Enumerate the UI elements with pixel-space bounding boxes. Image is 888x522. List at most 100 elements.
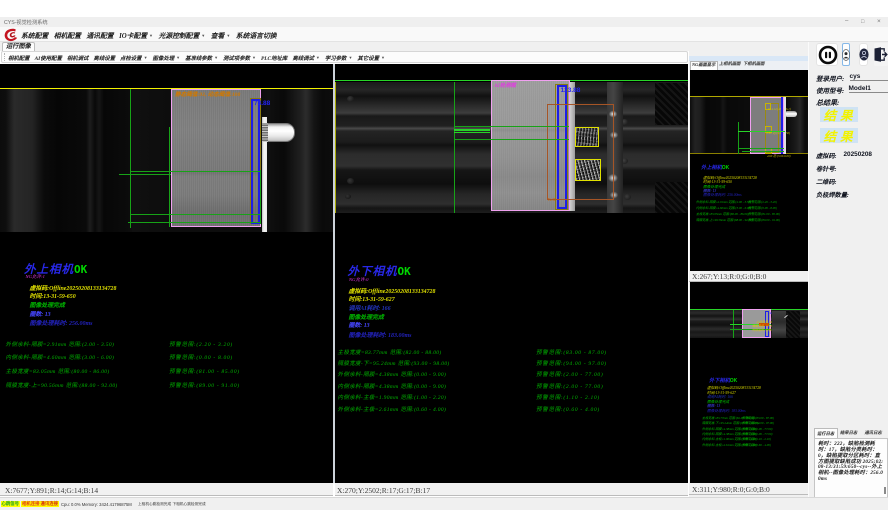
camera-image-upper: [0, 88, 333, 232]
dropdown-arrow-icon: ▼: [176, 55, 180, 60]
mini-right-block: [772, 311, 786, 338]
preview-status-upper: X:267;Y:13;R:0;G:0;B:0: [689, 271, 808, 283]
measurement-row: 内侧余料-隔膜=4.38mm 范围:(0.00 - 9.00): [338, 382, 447, 390]
mini-meas: 预警范围:(0.00 - 8.00): [748, 205, 777, 210]
toolbar-item-10[interactable]: 学习参数▼: [325, 54, 353, 62]
preview-tab-lower[interactable]: 下相机画面: [741, 61, 766, 71]
exit-button[interactable]: [874, 43, 888, 66]
menu-main-item-6[interactable]: 系统语言切换: [236, 30, 277, 40]
toolbar-item-6[interactable]: 基准线参数▼: [185, 54, 218, 62]
window-title: CYS-视觉检测系统: [4, 19, 48, 26]
switch-user-button[interactable]: [859, 43, 869, 66]
minimize-button[interactable]: –: [845, 18, 848, 24]
preview-tab-upper[interactable]: 上相机画面: [717, 61, 742, 71]
product-roi-box: [171, 89, 262, 227]
user-outline-icon: [842, 49, 850, 61]
bolt-circle: [624, 194, 631, 200]
toolbar-item-4[interactable]: 点检设置▼: [120, 54, 148, 62]
camera-result-text: OK: [74, 263, 87, 276]
log-tab-result[interactable]: 结果日志: [838, 428, 860, 438]
tab-run-image-label: 运行图像: [6, 43, 31, 50]
menu-main-item-4[interactable]: 光源控制配置▼: [158, 30, 205, 40]
mini-meas: 内侧余料-隔膜=4.60mm 范围:(3.00 - 6.00): [696, 205, 751, 210]
log-tab-run[interactable]: 运行日志: [814, 428, 838, 438]
menu-main-item-1[interactable]: 相机配置: [54, 30, 81, 40]
result-box-1: 结果: [820, 107, 858, 122]
measure-box-blue: [251, 99, 260, 224]
left-edge-yellow-vline: [335, 82, 336, 213]
green-hline-3: [130, 214, 261, 215]
mini-line: 图像处理耗时: 183.00ms: [707, 409, 746, 414]
menu-main-item-0[interactable]: 系统配置: [21, 30, 48, 40]
menu-main-item-5[interactable]: 查看▼: [211, 30, 231, 40]
mini-green-h2: [738, 148, 785, 149]
pause-icon: [818, 45, 838, 65]
measurement-warn: 预警范围:(89.00 - 91.00): [169, 381, 240, 389]
measurement-row: 内侧余料-主极=1.90mm 范围:(1.00 - 2.20): [338, 393, 447, 401]
camera-panel-upper[interactable]: 静态阈值:93, 动态阈值:100 73.88 NG允许:1 外上相机OK 虚拟…: [0, 64, 333, 484]
maximize-button[interactable]: □: [861, 19, 864, 25]
mini-title: 外下相机OK: [709, 378, 737, 384]
log-scrollbar-thumb[interactable]: [884, 487, 886, 494]
toolbar-item-5[interactable]: 图像处理▼: [153, 54, 181, 62]
mini-meas: 预警范围:(2.00 - 77.00): [742, 426, 772, 431]
mini-hatch: [786, 311, 800, 338]
cpu-memory-readout: Cpu: 0.0% Memory: 3424.41796875M: [61, 502, 132, 507]
preview-panel-upper[interactable]: W:4.14 (43.1-46.1) 2.91 范:(2.00-3.50) 4.…: [690, 70, 808, 271]
overlay-elapsed-line: 图像处理耗时: 256.00ms: [30, 318, 93, 327]
toolbar-menu-items: 相机配置 AI使用配置相机调试离线设置点检设置▼ 图像处理▼ 基准线参数▼ 测试项参数▼…: [8, 54, 385, 62]
menu-bar-main: 系统配置相机配置通讯配置 IO卡配置▼ 光源控制配置▼ 查看▼ 系统语言切换: [0, 27, 888, 42]
measurement-row: 外侧余料-隔膜=2.91mm 范围:(2.00 - 3.50): [6, 340, 115, 348]
pause-button[interactable]: [816, 43, 838, 67]
toolbar-item-2[interactable]: 相机调试: [67, 54, 89, 62]
overlay-camera-title: 外上相机OK: [24, 263, 87, 277]
dropdown-arrow-icon: ▼: [348, 55, 352, 60]
toolbar-item-8[interactable]: PLC地址库: [261, 54, 287, 62]
dropdown-arrow-icon: ▼: [381, 55, 385, 60]
camera-panel-lower[interactable]: AI检测框 123.88 TL:0 NG允许:0 外下相机OK 虚拟码:Offl…: [335, 64, 688, 484]
toolbar-item-3[interactable]: 离线设置: [93, 54, 115, 62]
toolbar-item-7[interactable]: 测试项参数▼: [223, 54, 256, 62]
blue-box-value: 123.88: [561, 87, 581, 94]
camera-result-text: OK: [398, 265, 411, 278]
toolbar-item-9[interactable]: 离线调试▼: [292, 54, 320, 62]
preview-panel-lower[interactable]: 123.88 主极宽度=83.77 范围:(82-88) 隔膜宽度-下=95.2…: [690, 282, 808, 483]
green-vline-1: [130, 89, 131, 228]
menu-main-item-3[interactable]: IO卡配置▼: [119, 30, 153, 40]
toolbar-grip[interactable]: [4, 53, 6, 61]
measurement-row: 外侧余料-隔膜=4.38mm 范围:(0.00 - 9.00): [338, 370, 447, 378]
mini-green-h1: [738, 131, 786, 132]
mini-line: 图像处理耗时: 256.00ms: [703, 193, 742, 198]
preview-tab-label: 上相机画面: [719, 61, 740, 66]
login-user-button[interactable]: [842, 43, 851, 66]
mini-meas: 预警范围:(2.00 - 77.00): [742, 431, 772, 436]
mini-green-vline: [738, 122, 739, 154]
weld-box-1: [575, 127, 599, 147]
brown-roi-box: [547, 104, 614, 200]
mini-meas: 主极宽度=83.05mm 范围:(80.00 - 86.00): [696, 211, 748, 216]
preview-tab-ng[interactable]: NG画面显示: [690, 61, 718, 71]
toolbar-item-11[interactable]: 其它设置▼: [357, 54, 385, 62]
menu-bar-main-items: 系统配置相机配置通讯配置 IO卡配置▼ 光源控制配置▼ 查看▼ 系统语言切换: [21, 30, 277, 40]
measurement-row: 主极宽度=83.77mm 范围:(82.00 - 88.00): [338, 348, 442, 356]
ai-roi-label: AI检测框: [494, 81, 516, 89]
exit-door-icon: [873, 47, 888, 62]
log-tab-comm[interactable]: 通讯日志: [862, 428, 884, 438]
measurement-warn: 预警范围:(0.00 - 8.00): [169, 353, 233, 361]
measurement-warn: 预警范围:(2.00 - 77.00): [536, 382, 603, 390]
pin-number-label: 卷针号:: [816, 164, 837, 173]
close-button[interactable]: ×: [877, 18, 881, 25]
green-hline-a: [454, 126, 570, 127]
login-user-value: cys: [850, 73, 888, 81]
mini-meas: 预警范围:(2.20 - 3.20): [748, 199, 777, 204]
green-hline-2: [119, 174, 171, 175]
mini-meas: 预警范围:(81.00 - 85.00): [748, 211, 780, 216]
log-area[interactable]: 耗时：222，缺陷检测耗时：17，缺陷分类耗时：0，缺陷提取分区耗时：直方图提取…: [814, 438, 888, 504]
toolbar-item-0[interactable]: 相机配置: [8, 54, 30, 62]
result-box-2: 结果: [820, 128, 858, 143]
tab-run-image[interactable]: 运行图像: [2, 42, 35, 51]
camera-title-text: 外上相机: [24, 264, 74, 276]
toolbar-item-1[interactable]: AI使用配置: [35, 54, 62, 62]
menu-main-item-2[interactable]: 通讯配置: [86, 30, 113, 40]
preview-tab-label: 下相机画面: [743, 61, 764, 66]
